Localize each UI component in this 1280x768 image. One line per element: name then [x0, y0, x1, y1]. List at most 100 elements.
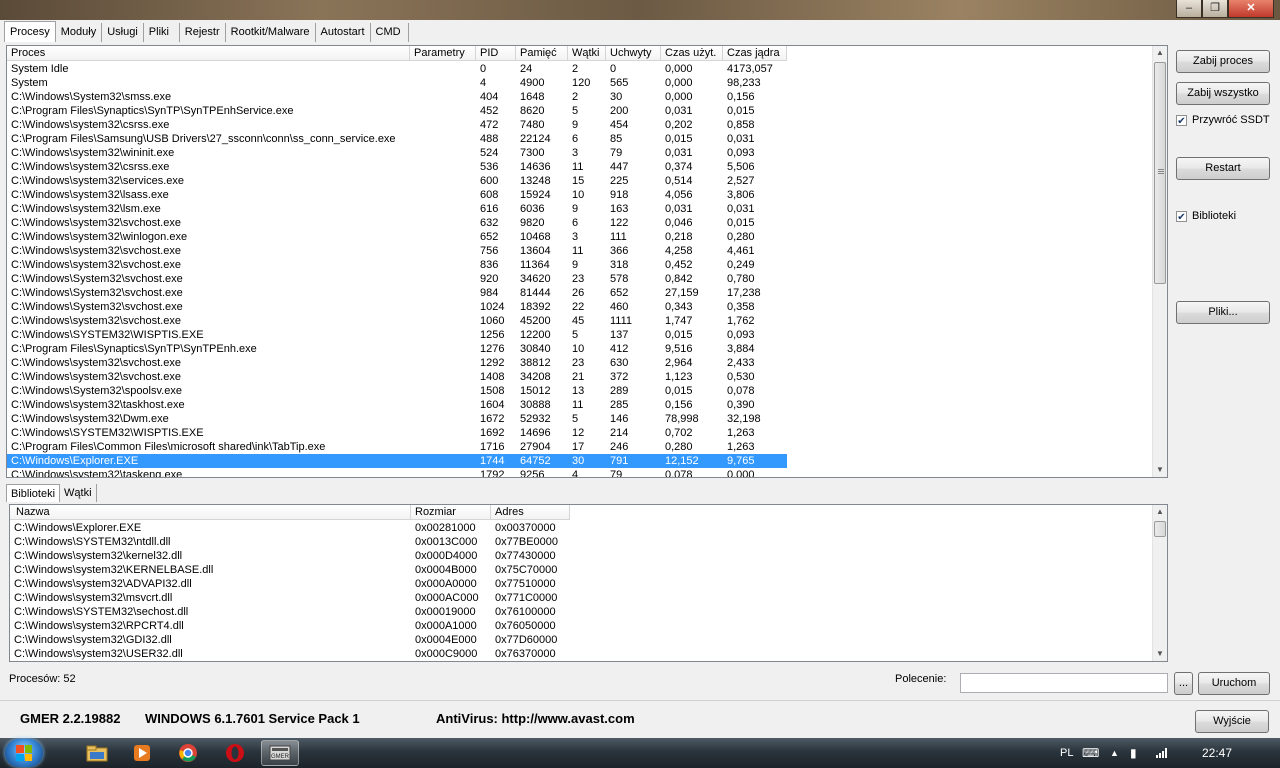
process-list[interactable]: Proces Parametry PID Pamięć Wątki Uchwyt…	[6, 45, 1168, 478]
table-row[interactable]: C:\Windows\System32\smss.exe 404 1648 2 30 0,…	[7, 90, 787, 104]
column-header-pamiec[interactable]: Pamięć	[516, 46, 568, 61]
table-row[interactable]: C:\Windows\system32\winlogon.exe 652 10468…	[7, 230, 787, 244]
browse-button[interactable]: ...	[1174, 672, 1193, 695]
tab-autostart[interactable]: Autostart	[315, 23, 371, 42]
command-input[interactable]	[960, 673, 1168, 693]
scroll-down-icon[interactable]: ▼	[1153, 647, 1167, 661]
table-row[interactable]: C:\Windows\system32\csrss.exe 536 14636 11 4…	[7, 160, 787, 174]
scroll-up-icon[interactable]: ▲	[1153, 46, 1167, 60]
scrollbar-thumb[interactable]	[1154, 521, 1166, 537]
table-row[interactable]: C:\Windows\system32\svchost.exe 1060 45200…	[7, 314, 787, 328]
chrome-icon[interactable]	[169, 740, 207, 766]
table-row[interactable]: C:\Windows\system32\svchost.exe 756 13604 1…	[7, 244, 787, 258]
table-row[interactable]: C:\Windows\system32\lsass.exe 608 15924 10 9…	[7, 188, 787, 202]
modules-list[interactable]: Nazwa Rozmiar Adres C:\Windows\Explorer.…	[9, 504, 1168, 662]
scroll-up-icon[interactable]: ▲	[1153, 505, 1167, 519]
kill-process-button[interactable]: Zabij proces	[1176, 50, 1270, 73]
power-icon[interactable]: ▮	[1130, 738, 1137, 768]
files-button[interactable]: Pliki...	[1176, 301, 1270, 324]
table-row[interactable]: C:\Windows\System32\spoolsv.exe 1508 15012…	[7, 384, 787, 398]
table-row[interactable]: C:\Windows\system32\services.exe 600 13248…	[7, 174, 787, 188]
table-row[interactable]: C:\Program Files\Common Files\microsoft …	[7, 440, 787, 454]
exit-button[interactable]: Wyjście	[1195, 710, 1269, 733]
column-header-uchwyty[interactable]: Uchwyty	[606, 46, 661, 61]
cell-rozmiar: 0x00019000	[415, 606, 476, 618]
table-row[interactable]: C:\Windows\system32\wininit.exe 524 7300 3 7…	[7, 146, 787, 160]
table-row[interactable]: C:\Program Files\Samsung\USB Drivers\27_…	[7, 132, 787, 146]
column-header-adres[interactable]: Adres	[491, 505, 570, 520]
table-row[interactable]: C:\Windows\system32\kernel32.dll 0x000D40…	[10, 549, 570, 563]
scroll-down-icon[interactable]: ▼	[1153, 463, 1167, 477]
table-row[interactable]: C:\Program Files\Synaptics\SynTP\SynTPEn…	[7, 342, 787, 356]
keyboard-icon[interactable]: ⌨	[1082, 738, 1099, 768]
scrollbar-thumb[interactable]	[1154, 62, 1166, 284]
show-hidden-icons-icon[interactable]: ▲	[1110, 738, 1119, 768]
table-row[interactable]: C:\Windows\SYSTEM32\ntdll.dll 0x0013C000 0…	[10, 535, 570, 549]
column-header-proces[interactable]: Proces	[7, 46, 410, 61]
restart-button[interactable]: Restart	[1176, 157, 1270, 180]
table-row[interactable]: C:\Windows\Explorer.EXE 0x00281000 0x00370…	[10, 521, 570, 535]
clock[interactable]: 22:47	[1202, 738, 1232, 768]
tab-moduly[interactable]: Moduły	[55, 23, 103, 42]
tab-uslugi[interactable]: Usługi	[102, 23, 144, 42]
media-player-icon[interactable]	[123, 740, 161, 766]
column-header-czas-uzyt[interactable]: Czas użyt.	[661, 46, 723, 61]
column-header-czas-jadra[interactable]: Czas jądra	[723, 46, 787, 61]
network-icon[interactable]	[1155, 738, 1169, 768]
table-row[interactable]: C:\Windows\System32\svchost.exe 920 34620 2…	[7, 272, 787, 286]
tab-biblioteki[interactable]: Biblioteki	[6, 484, 61, 502]
cell-uchwyty: 318	[610, 259, 629, 271]
restore-ssdt-checkbox[interactable]: ✔ Przywróć SSDT	[1176, 114, 1270, 127]
table-row[interactable]: C:\Windows\System32\svchost.exe 984 81444 2…	[7, 286, 787, 300]
tab-rejestr[interactable]: Rejestr	[179, 23, 226, 42]
table-row[interactable]: C:\Windows\SYSTEM32\sechost.dll 0x0001900…	[10, 605, 570, 619]
process-list-scrollbar[interactable]: ▲ ▼	[1152, 46, 1167, 477]
explorer-icon[interactable]	[78, 740, 116, 766]
column-header-pid[interactable]: PID	[476, 46, 516, 61]
gmer-icon[interactable]: GMER	[261, 740, 299, 766]
tab-pliki[interactable]: Pliki	[143, 23, 180, 42]
table-row[interactable]: C:\Windows\system32\svchost.exe 1408 34208…	[7, 370, 787, 384]
table-row[interactable]: C:\Windows\system32\svchost.exe 632 9820 6 1…	[7, 216, 787, 230]
tab-procesy[interactable]: Procesy	[4, 21, 56, 42]
table-row[interactable]: C:\Windows\system32\svchost.exe 836 11364 9…	[7, 258, 787, 272]
table-row[interactable]: C:\Windows\SYSTEM32\WISPTIS.EXE 1256 12200…	[7, 328, 787, 342]
table-row[interactable]: C:\Windows\system32\svchost.exe 1292 38812…	[7, 356, 787, 370]
table-row[interactable]: System Idle 0 24 2 0 0,000 4173,057	[7, 62, 787, 76]
opera-icon[interactable]	[216, 740, 254, 766]
minimize-button[interactable]: –	[1176, 0, 1202, 18]
close-button[interactable]: ✕	[1228, 0, 1274, 18]
table-row[interactable]: C:\Windows\system32\Dwm.exe 1672 52932 5 146…	[7, 412, 787, 426]
maximize-button[interactable]: ❐	[1202, 0, 1228, 18]
column-header-rozmiar[interactable]: Rozmiar	[411, 505, 491, 520]
start-button[interactable]	[5, 739, 43, 767]
table-row[interactable]: C:\Windows\system32\USER32.dll 0x000C9000…	[10, 647, 570, 661]
table-row[interactable]: C:\Windows\system32\msvcrt.dll 0x000AC000…	[10, 591, 570, 605]
table-row[interactable]: C:\Windows\system32\taskeng.exe 1792 9256 4…	[7, 468, 787, 477]
table-row[interactable]: C:\Windows\System32\svchost.exe 1024 18392…	[7, 300, 787, 314]
column-header-parametry[interactable]: Parametry	[410, 46, 476, 61]
modules-list-scrollbar[interactable]: ▲ ▼	[1152, 505, 1167, 661]
table-row[interactable]: C:\Windows\SYSTEM32\WISPTIS.EXE 1692 14696…	[7, 426, 787, 440]
table-row[interactable]: C:\Program Files\Synaptics\SynTP\SynTPEn…	[7, 104, 787, 118]
table-row[interactable]: C:\Windows\system32\taskhost.exe 1604 3088…	[7, 398, 787, 412]
tab-cmd[interactable]: CMD	[370, 23, 409, 42]
tab-rootkit-malware[interactable]: Rootkit/Malware	[225, 23, 316, 42]
run-button[interactable]: Uruchom	[1198, 672, 1270, 695]
column-header-watki[interactable]: Wątki	[568, 46, 606, 61]
table-row[interactable]: C:\Windows\system32\KERNELBASE.dll 0x0004…	[10, 563, 570, 577]
table-row[interactable]: C:\Windows\system32\RPCRT4.dll 0x000A1000…	[10, 619, 570, 633]
cell-uchwyty: 214	[610, 427, 629, 439]
libraries-checkbox[interactable]: ✔ Biblioteki	[1176, 210, 1236, 223]
column-header-nazwa[interactable]: Nazwa	[10, 505, 411, 520]
table-row[interactable]: C:\Windows\system32\lsm.exe 616 6036 9 163 0,…	[7, 202, 787, 216]
cell-parametry	[410, 286, 476, 300]
tab-watki[interactable]: Wątki	[60, 484, 97, 502]
table-row[interactable]: C:\Windows\Explorer.EXE 1744 64752 30 791 12,…	[7, 454, 787, 468]
kill-all-button[interactable]: Zabij wszystko	[1176, 82, 1270, 105]
table-row[interactable]: C:\Windows\system32\GDI32.dll 0x0004E000 0…	[10, 633, 570, 647]
language-indicator[interactable]: PL	[1060, 738, 1073, 768]
table-row[interactable]: System 4 4900 120 565 0,000 98,233	[7, 76, 787, 90]
table-row[interactable]: C:\Windows\system32\csrss.exe 472 7480 9 454…	[7, 118, 787, 132]
table-row[interactable]: C:\Windows\system32\ADVAPI32.dll 0x000A00…	[10, 577, 570, 591]
